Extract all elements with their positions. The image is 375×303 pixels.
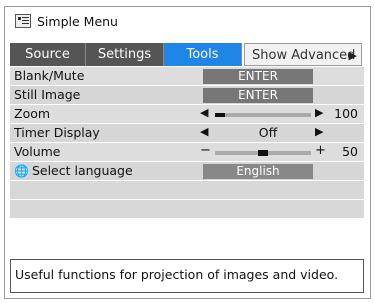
zoom-slider-fill: [215, 113, 225, 117]
row-volume[interactable]: Volume − + 50: [10, 143, 364, 162]
tab-tools[interactable]: Tools: [164, 43, 242, 66]
volume-slider[interactable]: [215, 150, 311, 156]
timer-display-label: Timer Display: [14, 125, 100, 140]
simple-menu-window: Simple Menu Source Settings Tools Show A…: [4, 6, 371, 299]
tab-show-advanced[interactable]: Show Advanced ▶: [244, 43, 362, 66]
timer-next-icon[interactable]: ▶: [315, 125, 323, 138]
timer-display-value: Off: [258, 125, 278, 140]
volume-slider-knob[interactable]: [258, 150, 268, 156]
still-image-label: Still Image: [14, 87, 81, 102]
row-zoom[interactable]: Zoom ◀ ▶ 100: [10, 105, 364, 124]
row-select-language[interactable]: 🌐 Select language English: [10, 162, 364, 181]
menu-list-icon: [15, 14, 31, 28]
empty-row: [10, 200, 364, 219]
select-language-label-wrap: 🌐 Select language: [14, 163, 133, 178]
empty-row: [10, 181, 364, 200]
volume-plus-icon[interactable]: +: [315, 143, 326, 158]
tab-show-advanced-label: Show Advanced: [252, 48, 356, 63]
window-title: Simple Menu: [37, 14, 118, 29]
globe-language-icon: 🌐: [14, 164, 29, 178]
zoom-label: Zoom: [14, 106, 51, 121]
volume-label: Volume: [14, 144, 61, 159]
timer-prev-icon[interactable]: ◀: [200, 125, 208, 138]
blank-mute-enter-button[interactable]: ENTER: [203, 69, 313, 84]
row-timer-display[interactable]: Timer Display ◀ Off ▶: [10, 124, 364, 143]
tab-source[interactable]: Source: [10, 43, 86, 66]
tab-bar: Source Settings Tools Show Advanced ▶: [10, 43, 364, 66]
zoom-increase-icon[interactable]: ▶: [315, 106, 323, 119]
zoom-slider[interactable]: [215, 113, 311, 117]
language-select-button[interactable]: English: [203, 164, 313, 179]
row-blank-mute[interactable]: Blank/Mute ENTER: [10, 67, 364, 86]
tab-settings[interactable]: Settings: [86, 43, 164, 66]
volume-value: 50: [342, 144, 358, 159]
select-language-label: Select language: [31, 163, 133, 178]
title-bar: Simple Menu: [5, 7, 370, 37]
zoom-decrease-icon[interactable]: ◀: [200, 106, 208, 119]
chevron-right-icon: ▶: [348, 49, 357, 62]
row-still-image[interactable]: Still Image ENTER: [10, 86, 364, 105]
menu-rows: Blank/Mute ENTER Still Image ENTER Zoom …: [10, 67, 364, 219]
still-image-enter-button[interactable]: ENTER: [203, 88, 313, 103]
help-text: Useful functions for projection of image…: [10, 259, 364, 293]
blank-mute-label: Blank/Mute: [14, 68, 85, 83]
volume-minus-icon[interactable]: −: [200, 143, 211, 158]
zoom-value: 100: [334, 106, 358, 121]
